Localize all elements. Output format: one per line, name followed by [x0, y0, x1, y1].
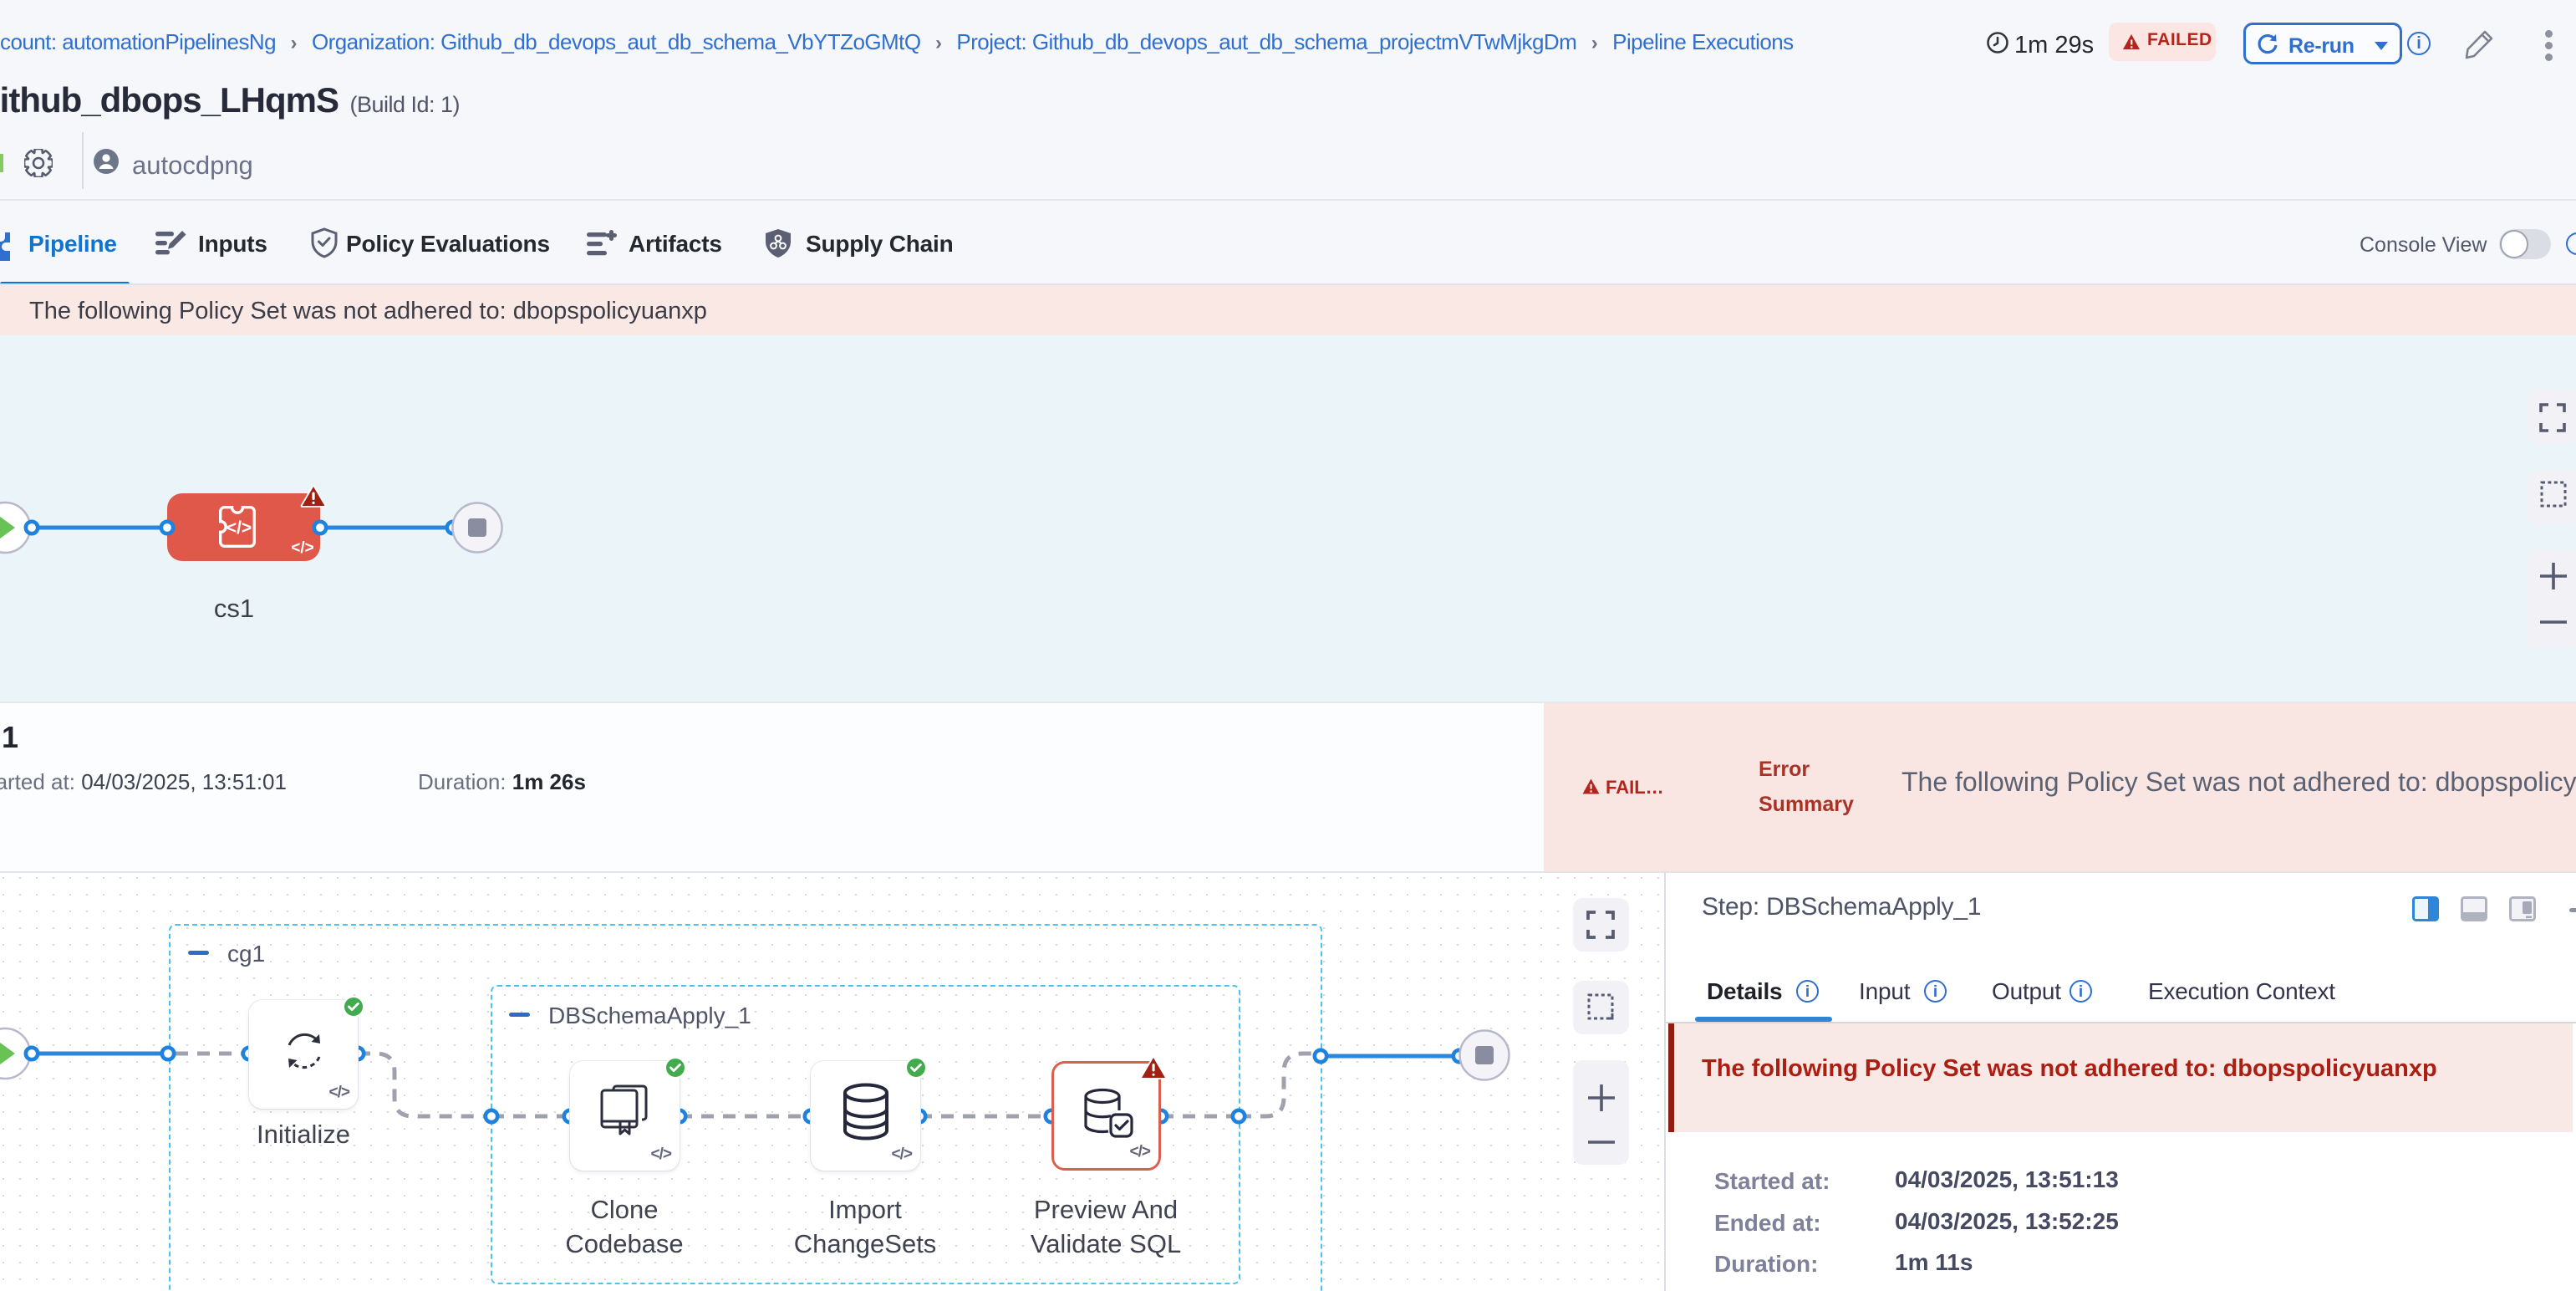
svg-text:</>: </>	[291, 539, 313, 557]
svg-text:</>: </>	[227, 518, 252, 538]
svg-text:cs1: cs1	[214, 594, 254, 623]
